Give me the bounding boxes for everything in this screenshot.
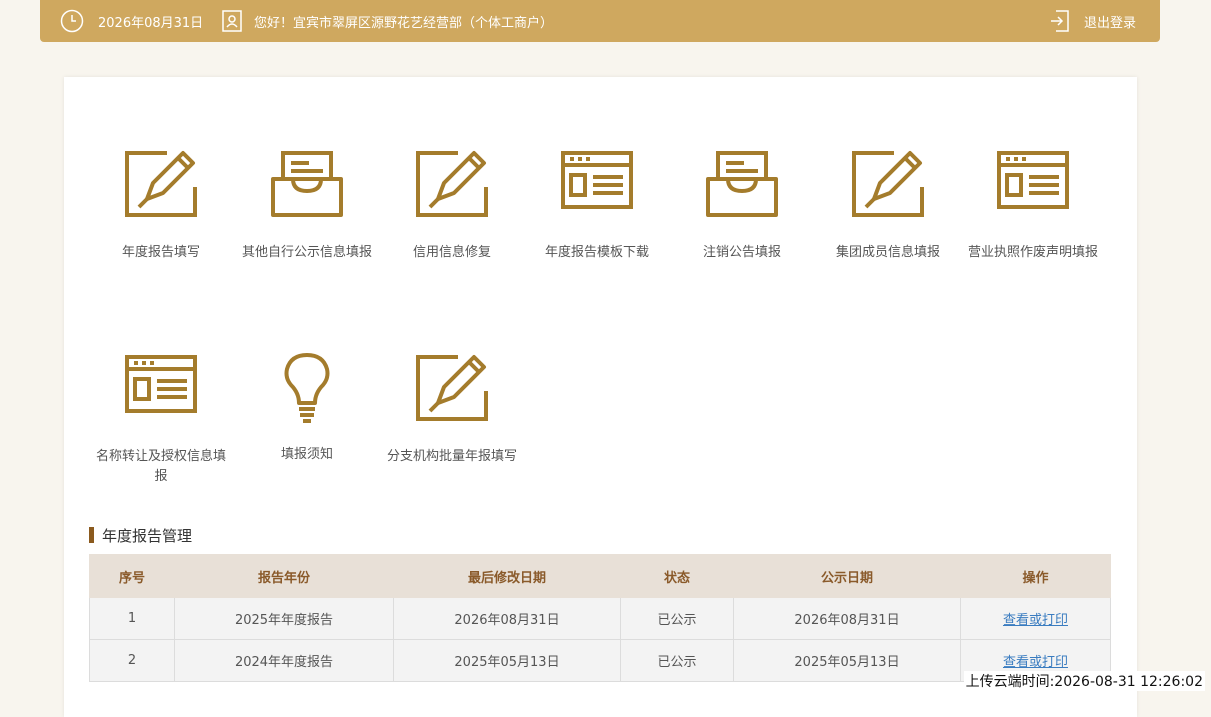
date-display: 2026年08月31日 bbox=[60, 0, 203, 42]
browser-window-icon bbox=[997, 151, 1069, 209]
cell-year: 2025年年度报告 bbox=[174, 597, 394, 640]
top-bar: 2026年08月31日 您好！宜宾市翠屏区源野花艺经营部（个体工商户） 退出登录 bbox=[40, 0, 1160, 42]
inbox-document-icon bbox=[271, 151, 343, 217]
view-print-link[interactable]: 查看或打印 bbox=[1003, 613, 1068, 628]
tile-filing-instructions[interactable]: 填报须知 bbox=[234, 351, 380, 465]
logout-button[interactable]: 退出登录 bbox=[1050, 0, 1136, 42]
table-header-row: 序号 报告年份 最后修改日期 状态 公示日期 操作 bbox=[89, 554, 1111, 598]
lightbulb-icon bbox=[284, 353, 330, 423]
table-row: 2 2024年年度报告 2025年05月13日 已公示 2025年05月13日 … bbox=[89, 639, 1111, 682]
section-marker bbox=[89, 527, 94, 543]
edit-pencil-icon bbox=[416, 151, 488, 217]
cell-status: 已公示 bbox=[620, 597, 734, 640]
edit-pencil-icon bbox=[416, 355, 488, 421]
user-greeting: 您好！宜宾市翠屏区源野花艺经营部（个体工商户） bbox=[222, 0, 553, 42]
tile-label: 名称转让及授权信息填报 bbox=[95, 449, 226, 484]
annual-report-table: 序号 报告年份 最后修改日期 状态 公示日期 操作 1 2025年年度报告 20… bbox=[89, 554, 1111, 682]
edit-pencil-icon bbox=[852, 151, 924, 217]
cell-year: 2024年年度报告 bbox=[174, 639, 394, 682]
tile-deregistration-notice[interactable]: 注销公告填报 bbox=[669, 149, 815, 263]
cell-status: 已公示 bbox=[620, 639, 734, 682]
cell-modified: 2025年05月13日 bbox=[393, 639, 621, 682]
tile-annual-report-fill[interactable]: 年度报告填写 bbox=[88, 149, 234, 263]
col-header-action: 操作 bbox=[960, 554, 1111, 598]
edit-pencil-icon bbox=[125, 151, 197, 217]
clock-icon bbox=[60, 9, 84, 33]
table-row: 1 2025年年度报告 2026年08月31日 已公示 2026年08月31日 … bbox=[89, 597, 1111, 640]
current-date: 2026年08月31日 bbox=[98, 15, 204, 31]
tile-branch-batch-report[interactable]: 分支机构批量年报填写 bbox=[379, 353, 525, 467]
tile-credit-repair[interactable]: 信用信息修复 bbox=[379, 149, 525, 263]
tile-label: 注销公告填报 bbox=[702, 245, 781, 260]
cell-modified: 2026年08月31日 bbox=[393, 597, 621, 640]
view-print-link[interactable]: 查看或打印 bbox=[1003, 655, 1068, 670]
cell-published: 2026年08月31日 bbox=[733, 597, 961, 640]
user-card-icon bbox=[222, 10, 242, 32]
upload-timestamp: 上传云端时间:2026-08-31 12:26:02 bbox=[963, 671, 1205, 691]
col-header-year: 报告年份 bbox=[174, 554, 394, 598]
tile-name-transfer[interactable]: 名称转让及授权信息填报 bbox=[88, 353, 234, 487]
browser-window-icon bbox=[561, 151, 633, 209]
tile-label: 其他自行公示信息填报 bbox=[241, 245, 372, 260]
tile-label: 年度报告填写 bbox=[121, 245, 200, 260]
tile-label: 营业执照作废声明填报 bbox=[967, 245, 1098, 260]
col-header-modified: 最后修改日期 bbox=[393, 554, 621, 598]
section-title: 年度报告管理 bbox=[89, 525, 192, 545]
browser-window-icon bbox=[125, 355, 197, 413]
logout-icon bbox=[1050, 10, 1069, 32]
tile-other-publicity[interactable]: 其他自行公示信息填报 bbox=[234, 149, 380, 263]
tile-label: 填报须知 bbox=[280, 447, 333, 462]
tile-label: 年度报告模板下载 bbox=[544, 245, 649, 260]
cell-action: 查看或打印 bbox=[960, 597, 1111, 640]
tile-label: 集团成员信息填报 bbox=[835, 245, 940, 260]
tile-label: 信用信息修复 bbox=[412, 245, 491, 260]
tile-license-void-statement[interactable]: 营业执照作废声明填报 bbox=[960, 149, 1106, 263]
cell-published: 2025年05月13日 bbox=[733, 639, 961, 682]
cell-no: 1 bbox=[89, 597, 175, 640]
tile-label: 分支机构批量年报填写 bbox=[386, 449, 517, 464]
cell-no: 2 bbox=[89, 639, 175, 682]
inbox-document-icon bbox=[706, 151, 778, 217]
section-title-text: 年度报告管理 bbox=[102, 526, 193, 545]
main-panel: 年度报告填写 其他自行公示信息填报 信用信息修复 年度报告模板下载 注销公告填报… bbox=[64, 77, 1137, 717]
logout-label: 退出登录 bbox=[1083, 15, 1136, 31]
col-header-published: 公示日期 bbox=[733, 554, 961, 598]
greeting-text: 您好！宜宾市翠屏区源野花艺经营部（个体工商户） bbox=[254, 15, 554, 31]
col-header-no: 序号 bbox=[89, 554, 175, 598]
tile-group-members[interactable]: 集团成员信息填报 bbox=[815, 149, 961, 263]
col-header-status: 状态 bbox=[620, 554, 734, 598]
tile-template-download[interactable]: 年度报告模板下载 bbox=[524, 149, 670, 263]
